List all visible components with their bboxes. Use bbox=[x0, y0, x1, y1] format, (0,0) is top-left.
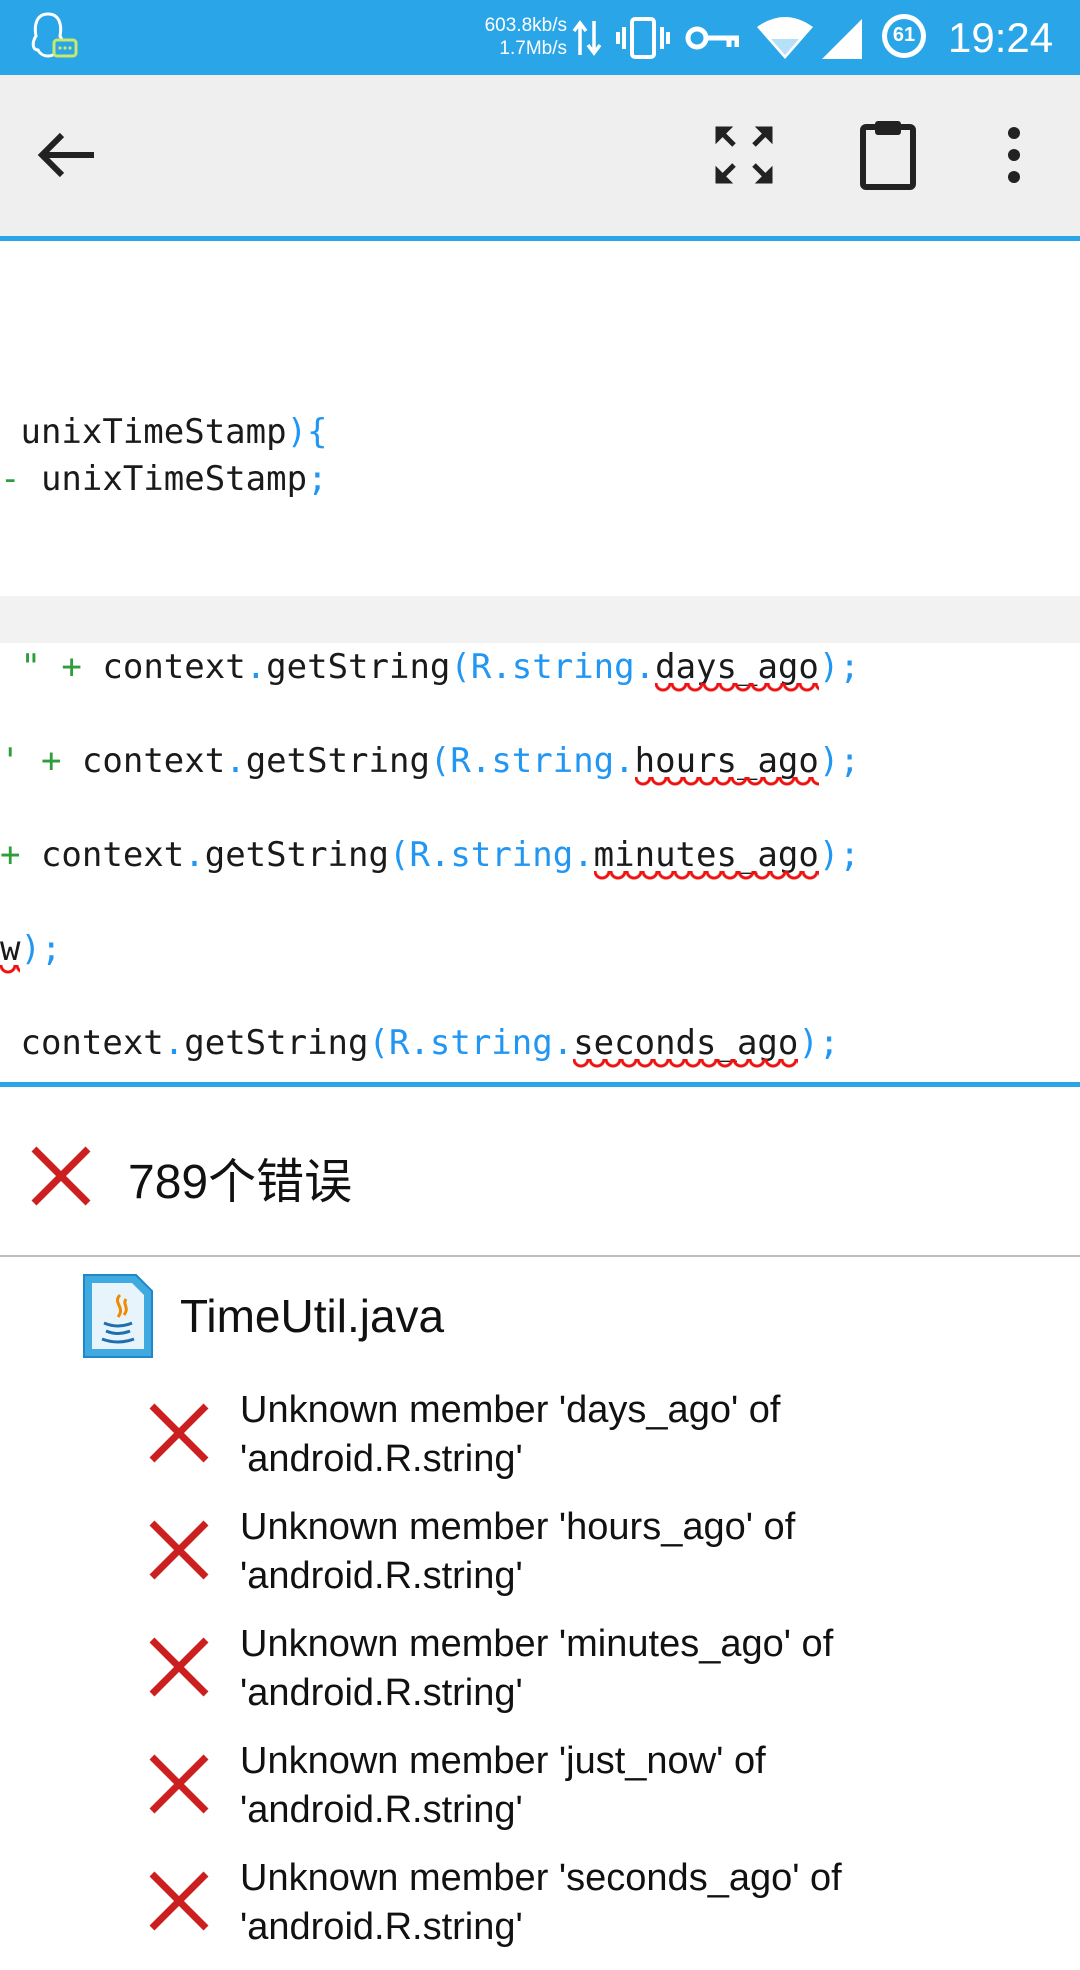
file-name: TimeUtil.java bbox=[180, 1290, 445, 1342]
data-transfer-icon bbox=[572, 20, 602, 56]
code-token: ); bbox=[818, 647, 860, 687]
error-message-line2: 'android.R.string' bbox=[240, 1789, 523, 1831]
code-token: + bbox=[20, 741, 82, 781]
error-message-line1: Unknown member 'minutes_ago' of bbox=[240, 1623, 834, 1665]
error-x-icon bbox=[149, 1871, 209, 1931]
upload-speed: 603.8kb/s bbox=[484, 15, 567, 36]
error-token: w bbox=[0, 929, 21, 969]
fullscreen-icon[interactable] bbox=[704, 115, 784, 195]
error-message-line1: Unknown member 'days_ago' of bbox=[240, 1389, 781, 1431]
code-token: ' bbox=[0, 741, 21, 781]
error-message-line1: Unknown member 'seconds_ago' of bbox=[240, 1857, 842, 1899]
code-token: . bbox=[225, 741, 246, 781]
error-file-row[interactable]: TimeUtil.java bbox=[0, 1267, 1080, 1367]
error-token: seconds_ago bbox=[573, 1023, 799, 1063]
code-token: context bbox=[102, 647, 246, 687]
code-token: context bbox=[81, 741, 226, 781]
code-token: ); bbox=[798, 1023, 840, 1063]
error-token: hours_ago bbox=[634, 741, 819, 781]
code-line[interactable]: ' + context.getString(R.string.hours_ago… bbox=[0, 739, 860, 783]
battery-icon: 61 bbox=[882, 14, 926, 58]
code-token: (R.string. bbox=[388, 835, 594, 875]
code-token: context bbox=[0, 1023, 164, 1063]
editor-toolbar bbox=[0, 75, 1080, 241]
error-x-icon bbox=[149, 1403, 209, 1463]
code-token: unixTimeStamp bbox=[0, 412, 287, 452]
vibrate-icon bbox=[616, 17, 670, 59]
error-message-line2: 'android.R.string' bbox=[240, 1906, 523, 1948]
code-token: - bbox=[0, 459, 21, 499]
code-line[interactable]: context.getString(R.string.seconds_ago); bbox=[0, 1021, 839, 1065]
more-vert-icon[interactable] bbox=[974, 115, 1054, 195]
code-editor[interactable]: unixTimeStamp){ - unixTimeStamp; " + con… bbox=[0, 241, 1080, 1083]
error-item[interactable]: Unknown member 'minutes_ago' of 'android… bbox=[0, 1620, 1080, 1736]
network-speed: 603.8kb/s 1.7Mb/s bbox=[465, 14, 567, 60]
code-line[interactable]: w); bbox=[0, 927, 61, 971]
error-item[interactable]: Unknown member 'hours_ago' of 'android.R… bbox=[0, 1503, 1080, 1619]
error-item[interactable]: Unknown member 'days_ago' of 'android.R.… bbox=[0, 1386, 1080, 1502]
code-line[interactable]: unixTimeStamp){ bbox=[0, 410, 328, 454]
back-arrow-icon[interactable] bbox=[28, 115, 108, 195]
error-x-icon bbox=[149, 1754, 209, 1814]
code-token: . bbox=[245, 647, 267, 687]
code-token: unixTimeStamp bbox=[20, 459, 308, 499]
code-line[interactable]: - unixTimeStamp; bbox=[0, 457, 328, 501]
clipboard-icon[interactable] bbox=[848, 115, 928, 195]
error-token: days_ago bbox=[655, 647, 819, 687]
error-count: 789个错误 bbox=[128, 1156, 353, 1209]
download-speed: 1.7Mb/s bbox=[499, 38, 567, 59]
error-summary[interactable]: 789个错误 bbox=[0, 1087, 1080, 1257]
error-message: Unknown member 'seconds_ago' of 'android… bbox=[240, 1854, 1040, 1952]
error-message-line1: Unknown member 'just_now' of bbox=[240, 1740, 766, 1782]
code-token: (R.string. bbox=[368, 1023, 574, 1063]
code-token: ); bbox=[20, 929, 62, 969]
error-x-icon bbox=[149, 1520, 209, 1580]
code-token: (R.string. bbox=[450, 647, 656, 687]
error-message-line2: 'android.R.string' bbox=[240, 1672, 523, 1714]
error-panel: 789个错误 TimeUtil.java Unknown member 'day… bbox=[0, 1087, 1080, 1948]
qq-notification-icon bbox=[31, 12, 78, 58]
code-token: + bbox=[40, 647, 103, 687]
error-message-line2: 'android.R.string' bbox=[240, 1555, 523, 1597]
code-token: ); bbox=[818, 741, 860, 781]
error-x-icon bbox=[31, 1146, 91, 1206]
wifi-icon bbox=[757, 17, 813, 59]
code-token: (R.string. bbox=[429, 741, 635, 781]
error-message: Unknown member 'just_now' of 'android.R.… bbox=[240, 1737, 1040, 1835]
error-message-line1: Unknown member 'hours_ago' of bbox=[240, 1506, 796, 1548]
code-token: getString bbox=[245, 741, 430, 781]
vpn-key-icon bbox=[685, 26, 739, 50]
code-token: getString bbox=[266, 647, 451, 687]
code-token: getString bbox=[204, 835, 389, 875]
error-message: Unknown member 'days_ago' of 'android.R.… bbox=[240, 1386, 1040, 1484]
code-token: ){ bbox=[286, 412, 328, 452]
error-x-icon bbox=[149, 1637, 209, 1697]
error-message: Unknown member 'hours_ago' of 'android.R… bbox=[240, 1503, 1040, 1601]
current-line-highlight bbox=[0, 596, 1080, 643]
clock: 19:24 bbox=[948, 14, 1054, 61]
code-token: ); bbox=[818, 835, 860, 875]
code-line[interactable]: + context.getString(R.string.minutes_ago… bbox=[0, 833, 860, 877]
error-message: Unknown member 'minutes_ago' of 'android… bbox=[240, 1620, 1040, 1718]
cell-signal-icon bbox=[822, 19, 862, 59]
code-token: " bbox=[0, 647, 41, 687]
error-item[interactable]: Unknown member 'just_now' of 'android.R.… bbox=[0, 1737, 1080, 1853]
java-file-icon bbox=[83, 1274, 153, 1358]
code-token: context bbox=[20, 835, 185, 875]
code-token: getString bbox=[184, 1023, 369, 1063]
error-token: minutes_ago bbox=[593, 835, 819, 875]
code-token: ; bbox=[307, 459, 328, 499]
battery-level: 61 bbox=[892, 24, 916, 46]
code-token: . bbox=[184, 835, 205, 875]
error-item[interactable]: Unknown member 'seconds_ago' of 'android… bbox=[0, 1854, 1080, 1970]
code-token: . bbox=[163, 1023, 185, 1063]
status-bar: 603.8kb/s 1.7Mb/s 61 19:24 bbox=[0, 0, 1080, 75]
code-token: + bbox=[0, 835, 21, 875]
code-line[interactable]: " + context.getString(R.string.days_ago)… bbox=[0, 645, 860, 689]
error-message-line2: 'android.R.string' bbox=[240, 1438, 523, 1480]
